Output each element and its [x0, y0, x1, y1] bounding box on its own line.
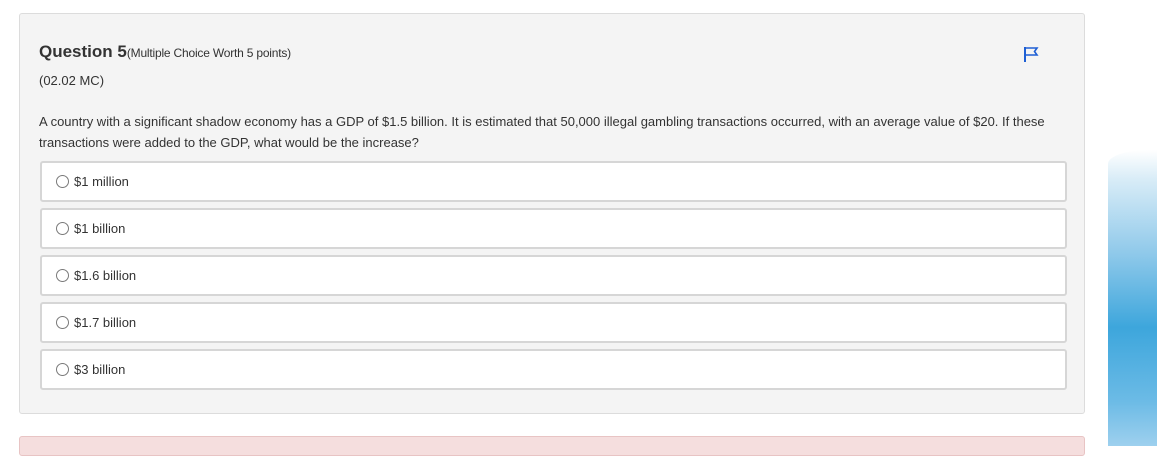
- answer-choices: $1 million $1 billion $1.6 billion $1.7 …: [40, 161, 1067, 396]
- answer-choice[interactable]: $1 million: [40, 161, 1067, 202]
- answer-choice[interactable]: $1 billion: [40, 208, 1067, 249]
- answer-choice-label: $3 billion: [74, 362, 126, 377]
- flag-question-button[interactable]: [1022, 45, 1040, 63]
- radio-button[interactable]: [56, 175, 69, 188]
- question-header: Question 5 (Multiple Choice Worth 5 poin…: [39, 42, 291, 62]
- question-prompt: A country with a significant shadow econ…: [39, 114, 1045, 150]
- answer-choice-label: $1 million: [74, 174, 129, 189]
- question-points: (Multiple Choice Worth 5 points): [126, 46, 291, 60]
- radio-button[interactable]: [56, 222, 69, 235]
- question-panel: Question 5 (Multiple Choice Worth 5 poin…: [19, 13, 1085, 414]
- background-decoration: [1108, 150, 1157, 446]
- question-title: Question 5: [39, 42, 127, 61]
- answer-choice-label: $1.7 billion: [74, 315, 137, 330]
- radio-button[interactable]: [56, 363, 69, 376]
- answer-choice[interactable]: $3 billion: [40, 349, 1067, 390]
- answer-choice-label: $1 billion: [74, 221, 126, 236]
- answer-choice[interactable]: $1.6 billion: [40, 255, 1067, 296]
- answer-choice-label: $1.6 billion: [74, 268, 137, 283]
- flag-icon: [1024, 47, 1039, 62]
- radio-button[interactable]: [56, 316, 69, 329]
- radio-button[interactable]: [56, 269, 69, 282]
- next-question-panel: [19, 436, 1085, 456]
- answer-choice[interactable]: $1.7 billion: [40, 302, 1067, 343]
- question-code: (02.02 MC): [39, 73, 105, 88]
